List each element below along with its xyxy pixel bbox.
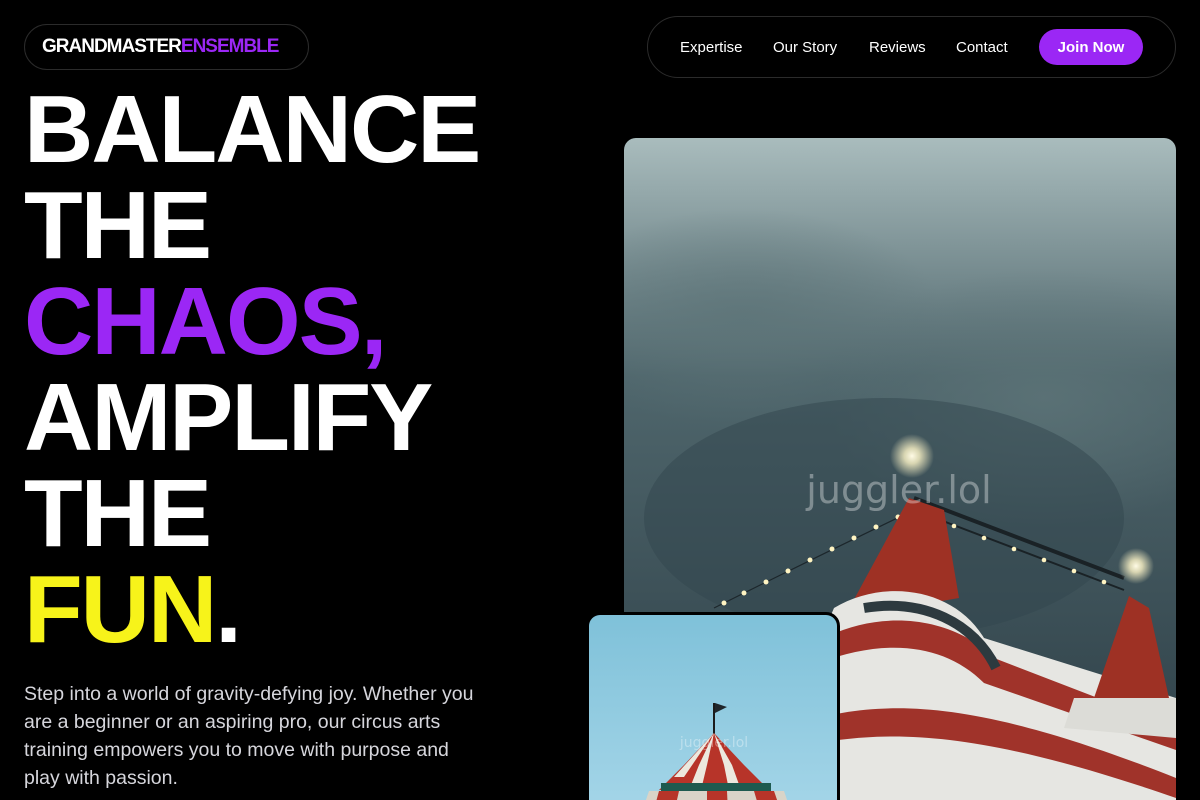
- headline-period: .: [215, 556, 242, 663]
- hero-headline: BALANCE THE CHAOS, AMPLIFY THE FUN.: [24, 76, 481, 658]
- headline-line-6: FUN.: [24, 562, 479, 658]
- nav-link-our-story[interactable]: Our Story: [773, 39, 837, 56]
- join-now-button[interactable]: Join Now: [1039, 29, 1143, 65]
- headline-line-4: AMPLIFY: [24, 364, 433, 471]
- circus-tent-thumbnail[interactable]: juggler.lol: [586, 612, 840, 800]
- headline-line-5: THE: [24, 460, 212, 567]
- headline-line-3: CHAOS,: [24, 268, 387, 375]
- nav-link-reviews[interactable]: Reviews: [869, 39, 926, 56]
- headline-line-2: THE: [24, 172, 212, 279]
- brand-logo-accent: ENSEMBLE: [180, 36, 280, 57]
- brand-logo-primary: GRANDMASTER: [42, 36, 182, 57]
- headline-fun: FUN: [24, 556, 217, 663]
- nav-link-expertise[interactable]: Expertise: [680, 39, 743, 56]
- headline-line-1: BALANCE: [24, 76, 481, 183]
- nav-link-contact[interactable]: Contact: [956, 39, 1008, 56]
- brand-logo[interactable]: GRANDMASTER ENSEMBLE: [24, 24, 309, 70]
- main-nav: Expertise Our Story Reviews Contact Join…: [647, 16, 1176, 78]
- thumbnail-watermark: juggler.lol: [679, 735, 748, 751]
- hero-tagline: Step into a world of gravity-defying joy…: [24, 683, 474, 789]
- main-photo-watermark: juggler.lol: [805, 468, 991, 512]
